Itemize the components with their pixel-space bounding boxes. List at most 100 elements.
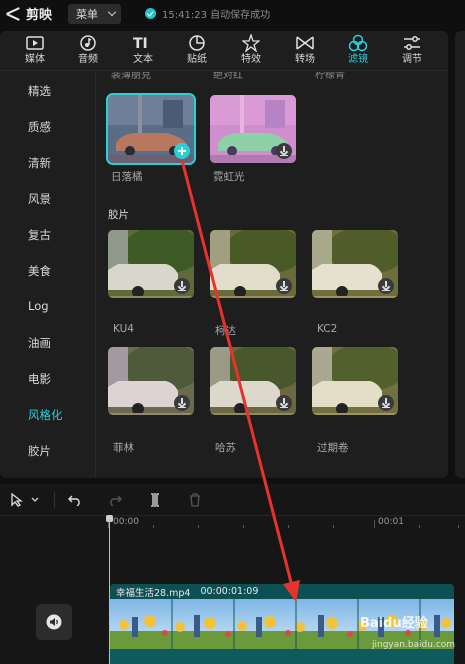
- download-icon[interactable]: [276, 143, 292, 159]
- sidebar-item-featured[interactable]: 精选: [28, 83, 51, 99]
- split-button[interactable]: [146, 492, 164, 508]
- ruler-tick: [288, 525, 289, 528]
- filter-label: 霓虹光: [213, 171, 245, 183]
- menu-label: 菜单: [76, 7, 99, 21]
- toolbar-divider: [54, 492, 55, 508]
- timeline-toolbar: [0, 484, 465, 516]
- download-icon[interactable]: [378, 395, 394, 411]
- tab-effects[interactable]: 特效: [229, 33, 273, 71]
- player-panel-edge: [455, 31, 465, 478]
- filter-thumb-kc2[interactable]: [312, 230, 398, 298]
- timeline-ruler: 00:00 00:01: [108, 516, 465, 530]
- tab-label: 调节: [402, 54, 422, 65]
- menu-button[interactable]: 菜单: [68, 3, 122, 24]
- chevron-down-icon: [107, 7, 117, 17]
- filter-thumb-ku4[interactable]: [108, 230, 194, 298]
- filter-thumb-hasselblad[interactable]: [210, 347, 296, 415]
- split-icon: [151, 493, 159, 507]
- filter-grid: 裴薄朋克 绝对红 柠檬青 日落橘 霓虹光 胶片 KU4 柯达 KC2 菲林 哈苏…: [97, 72, 448, 478]
- tab-label: 文本: [133, 54, 153, 65]
- filter-thumb-filin[interactable]: [108, 347, 194, 415]
- ruler-tick: [374, 520, 375, 528]
- media-icon: [26, 36, 44, 50]
- save-status: 15:41:23 自动保存成功: [145, 6, 270, 21]
- sidebar-item-film[interactable]: 胶片: [28, 443, 51, 459]
- sidebar-item-landscape[interactable]: 风景: [28, 191, 51, 207]
- tab-sticker[interactable]: 贴纸: [175, 33, 219, 71]
- redo-button[interactable]: [106, 492, 124, 508]
- cursor-icon: [11, 493, 23, 507]
- logo-icon: [6, 8, 22, 20]
- filter-thumb-expired-roll[interactable]: [312, 347, 398, 415]
- download-icon[interactable]: [276, 395, 292, 411]
- sidebar-item-fresh[interactable]: 清新: [28, 155, 51, 171]
- effects-icon: [242, 34, 260, 52]
- playhead[interactable]: [109, 519, 110, 664]
- save-status-text: 15:41:23 自动保存成功: [162, 10, 271, 21]
- tab-label: 特效: [241, 54, 261, 65]
- sidebar-item-texture[interactable]: 质感: [28, 119, 51, 135]
- section-title-film: 胶片: [108, 209, 129, 221]
- adjust-icon: [404, 36, 420, 50]
- filter-label: 哈苏: [215, 442, 236, 454]
- speaker-icon: [46, 614, 62, 630]
- delete-button[interactable]: [186, 492, 204, 508]
- filter-label: 裴薄朋克: [111, 72, 151, 81]
- ruler-tick: [419, 525, 420, 528]
- filter-label: 绝对红: [213, 72, 243, 81]
- filter-category-sidebar: 精选 质感 清新 风景 复古 美食 Log 油画 电影 风格化 胶片: [0, 72, 96, 478]
- tab-text[interactable]: TI 文本: [121, 33, 165, 71]
- tab-media[interactable]: 媒体: [13, 33, 57, 71]
- filter-label: 菲林: [113, 442, 134, 454]
- filter-label: KC2: [317, 323, 338, 335]
- tab-label: 贴纸: [187, 54, 207, 65]
- tab-label: 媒体: [25, 54, 45, 65]
- tab-transition[interactable]: 转场: [283, 33, 327, 71]
- filter-label: KU4: [113, 323, 134, 335]
- filter-label: 过期卷: [317, 442, 349, 454]
- undo-icon: [68, 495, 80, 506]
- ruler-tick: [243, 525, 244, 528]
- redo-icon: [110, 495, 122, 506]
- sidebar-item-log[interactable]: Log: [28, 299, 49, 313]
- tab-adjust[interactable]: 调节: [390, 33, 434, 71]
- category-toolbar: 媒体 音频 TI 文本 贴纸 特效 转场 滤镜 调节: [0, 31, 448, 71]
- add-filter-button[interactable]: [174, 143, 190, 159]
- filter-icon: [348, 34, 368, 52]
- sticker-icon: [189, 35, 205, 51]
- trash-icon: [190, 493, 200, 507]
- download-icon[interactable]: [378, 278, 394, 294]
- app-logo: 剪映: [6, 4, 52, 23]
- ruler-label-start: 00:00: [113, 517, 139, 527]
- clip-duration: 00:00:01:09: [200, 586, 259, 597]
- asset-panel: 媒体 音频 TI 文本 贴纸 特效 转场 滤镜 调节 精选 质感 清新 风景 复…: [0, 31, 448, 478]
- download-icon[interactable]: [174, 395, 190, 411]
- title-bar: 剪映 菜单 15:41:23 自动保存成功: [0, 0, 465, 27]
- filter-label: 柠檬青: [315, 72, 345, 81]
- filter-thumb-sunset-orange[interactable]: [106, 93, 196, 165]
- sidebar-item-movie[interactable]: 电影: [28, 371, 51, 387]
- tab-audio[interactable]: 音频: [66, 33, 110, 71]
- filter-thumb-neon-light[interactable]: [210, 95, 296, 163]
- download-icon[interactable]: [174, 278, 190, 294]
- ruler-tick: [153, 525, 154, 528]
- check-circle-icon: [145, 8, 157, 19]
- filter-label: 柯达: [215, 325, 236, 337]
- clip-audio-strip: [110, 649, 454, 664]
- clip-name: 幸福生活28.mp4: [116, 587, 191, 599]
- undo-button[interactable]: [66, 492, 84, 508]
- sidebar-item-food[interactable]: 美食: [28, 263, 51, 279]
- transition-icon: [296, 36, 314, 50]
- sidebar-item-stylized[interactable]: 风格化: [28, 407, 63, 423]
- chevron-down-icon: [31, 497, 39, 502]
- download-icon[interactable]: [276, 278, 292, 294]
- ruler-tick: [198, 525, 199, 528]
- sidebar-item-retro[interactable]: 复古: [28, 227, 51, 243]
- tab-filter[interactable]: 滤镜: [336, 33, 380, 71]
- mute-audio-button[interactable]: [36, 604, 72, 640]
- select-tool-button[interactable]: [8, 492, 42, 508]
- filter-thumb-kodak[interactable]: [210, 230, 296, 298]
- clip-header: 幸福生活28.mp4 00:00:01:09: [110, 584, 454, 599]
- audio-icon: [80, 35, 96, 51]
- sidebar-item-oil-painting[interactable]: 油画: [28, 335, 51, 351]
